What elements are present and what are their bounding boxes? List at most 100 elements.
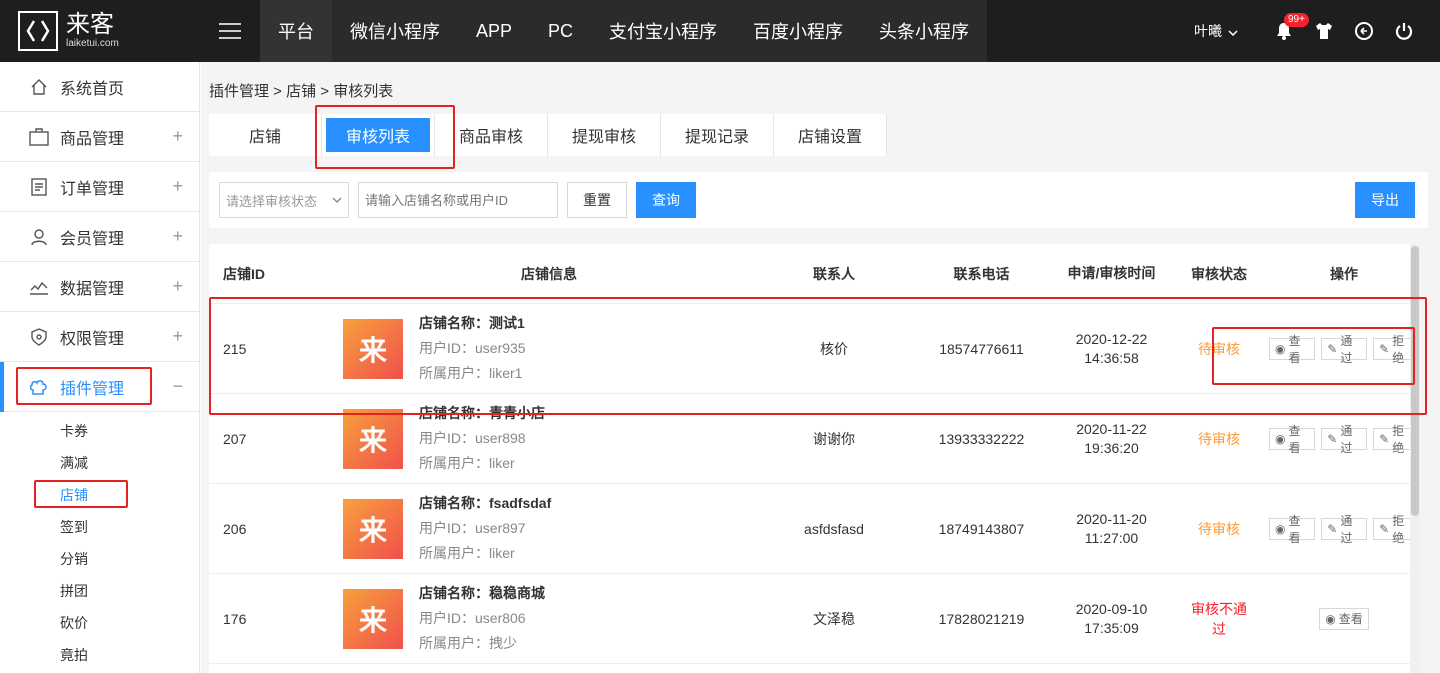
status-badge: 审核不通过 bbox=[1191, 600, 1247, 637]
tab-bar: 店铺 审核列表 商品审核 提现审核 提现记录 店铺设置 bbox=[209, 114, 887, 156]
view-button[interactable]: ◉ 查看 bbox=[1269, 334, 1316, 365]
edit-icon: ✎ bbox=[1327, 341, 1338, 356]
sidebar-item-goods[interactable]: 商品管理 + bbox=[0, 112, 199, 162]
sidebar-item-data[interactable]: 数据管理 + bbox=[0, 262, 199, 312]
store-avatar: 来 bbox=[343, 408, 403, 469]
col-header-phone: 联系电话 bbox=[953, 265, 1010, 282]
tab-goods-review[interactable]: 商品审核 bbox=[435, 114, 548, 156]
search-input[interactable] bbox=[358, 182, 558, 218]
store-id: 207 bbox=[223, 430, 247, 447]
sidebar-item-home[interactable]: 系统首页 bbox=[0, 62, 199, 112]
menu-toggle-icon[interactable] bbox=[200, 0, 260, 62]
sidebar-sub-discount[interactable]: 满减 bbox=[0, 447, 199, 479]
nav-pc[interactable]: PC bbox=[530, 0, 591, 62]
sidebar-sub-store[interactable]: 店铺 bbox=[0, 479, 199, 511]
apply-date: 2020-11-22 bbox=[1076, 420, 1147, 437]
apply-time: 19:36:20 bbox=[1084, 439, 1139, 456]
shirt-icon[interactable] bbox=[1304, 0, 1344, 62]
tab-review-list[interactable]: 审核列表 bbox=[322, 114, 435, 156]
logo[interactable]: 来客 laiketui.com bbox=[0, 0, 200, 62]
query-button[interactable]: 查询 bbox=[636, 182, 696, 218]
edit-icon: ✎ bbox=[1327, 521, 1338, 536]
user-menu[interactable]: 叶曦 bbox=[1194, 21, 1238, 41]
status-select[interactable]: 请选择审核状态 bbox=[219, 182, 349, 218]
tab-withdraw-records[interactable]: 提现记录 bbox=[661, 114, 774, 156]
breadcrumb: 插件管理 > 店铺 > 审核列表 bbox=[209, 83, 394, 100]
eye-icon: ◉ bbox=[1275, 341, 1286, 356]
bell-icon[interactable]: 99+ bbox=[1264, 0, 1309, 62]
pass-button[interactable]: ✎ 通过 bbox=[1321, 514, 1368, 545]
store-avatar: 来 bbox=[343, 588, 403, 649]
sidebar-sub-coupon[interactable]: 卡券 bbox=[0, 415, 199, 447]
col-header-ops: 操作 bbox=[1330, 265, 1358, 282]
table-scrollbar[interactable] bbox=[1410, 244, 1420, 673]
shield-icon bbox=[28, 326, 50, 348]
view-button[interactable]: ◉ 查看 bbox=[1269, 424, 1316, 455]
expand-icon[interactable]: + bbox=[172, 276, 183, 297]
edit-icon: ✎ bbox=[1379, 431, 1390, 446]
nav-wechat[interactable]: 微信小程序 bbox=[332, 0, 458, 62]
expand-icon[interactable]: + bbox=[172, 326, 183, 347]
status-badge: 待审核 bbox=[1198, 430, 1240, 447]
eye-icon: ◉ bbox=[1325, 611, 1336, 626]
scrollbar-thumb[interactable] bbox=[1411, 246, 1419, 516]
main-content: 插件管理 > 店铺 > 审核列表 店铺 审核列表 商品审核 提现审核 提现记录 … bbox=[201, 62, 1440, 673]
apply-time: 14:36:58 bbox=[1084, 349, 1139, 366]
member-icon bbox=[28, 226, 50, 248]
reset-button[interactable]: 重置 bbox=[567, 182, 627, 218]
top-bar: 来客 laiketui.com 平台 微信小程序 APP PC 支付宝小程序 百… bbox=[0, 0, 1440, 62]
expand-icon[interactable]: + bbox=[172, 126, 183, 147]
home-icon bbox=[28, 76, 50, 98]
sidebar-item-orders[interactable]: 订单管理 + bbox=[0, 162, 199, 212]
store-name: 店铺名称：测试1 bbox=[419, 315, 525, 331]
sidebar-sub-auction[interactable]: 竟拍 bbox=[0, 639, 199, 671]
sidebar-item-members[interactable]: 会员管理 + bbox=[0, 212, 199, 262]
apply-time: 11:27:00 bbox=[1084, 529, 1139, 546]
sidebar-item-label: 订单管理 bbox=[60, 180, 125, 198]
sidebar-sub-distribution[interactable]: 分销 bbox=[0, 543, 199, 575]
col-header-contact: 联系人 bbox=[813, 265, 855, 282]
table-row: 215 来 店铺名称：测试1 用户ID：user935 所属用户：liker1 … bbox=[209, 304, 1420, 394]
store-owner: 所属用户：拽少 bbox=[419, 635, 517, 651]
sidebar: 系统首页 商品管理 + 订单管理 + 会员管理 + 数据管理 + 权限管理 + … bbox=[0, 62, 200, 673]
store-id: 215 bbox=[223, 340, 247, 357]
edit-icon: ✎ bbox=[1379, 341, 1390, 356]
view-button[interactable]: ◉ 查看 bbox=[1269, 514, 1316, 545]
tab-store[interactable]: 店铺 bbox=[209, 114, 322, 156]
export-button[interactable]: 导出 bbox=[1355, 182, 1415, 218]
store-owner: 所属用户：liker bbox=[419, 545, 515, 561]
contact-name: 谢谢你 bbox=[813, 430, 855, 447]
sidebar-item-plugins[interactable]: 插件管理 − bbox=[0, 362, 199, 412]
view-button[interactable]: ◉ 查看 bbox=[1319, 607, 1369, 630]
back-circle-icon[interactable] bbox=[1344, 0, 1384, 62]
col-header-status: 审核状态 bbox=[1191, 265, 1247, 282]
col-header-id: 店铺ID bbox=[223, 265, 265, 282]
order-icon bbox=[28, 176, 50, 198]
edit-icon: ✎ bbox=[1379, 521, 1390, 536]
store-avatar: 来 bbox=[343, 318, 403, 379]
apply-time: 17:35:09 bbox=[1084, 619, 1139, 636]
sidebar-sub-checkin[interactable]: 签到 bbox=[0, 511, 199, 543]
nav-platform[interactable]: 平台 bbox=[260, 0, 332, 62]
contact-name: 文泽稳 bbox=[813, 610, 855, 627]
nav-baidu[interactable]: 百度小程序 bbox=[735, 0, 861, 62]
expand-icon[interactable]: + bbox=[172, 226, 183, 247]
eye-icon: ◉ bbox=[1275, 521, 1286, 536]
power-icon[interactable] bbox=[1384, 0, 1424, 62]
tab-store-settings[interactable]: 店铺设置 bbox=[774, 114, 887, 156]
nav-alipay[interactable]: 支付宝小程序 bbox=[591, 0, 735, 62]
tab-withdraw-review[interactable]: 提现审核 bbox=[548, 114, 661, 156]
nav-toutiao[interactable]: 头条小程序 bbox=[861, 0, 987, 62]
store-owner: 所属用户：liker1 bbox=[419, 365, 523, 381]
pass-button[interactable]: ✎ 通过 bbox=[1321, 424, 1368, 455]
collapse-icon[interactable]: − bbox=[172, 376, 183, 397]
sidebar-sub-bargain[interactable]: 砍价 bbox=[0, 607, 199, 639]
sidebar-sub-groupbuy[interactable]: 拼团 bbox=[0, 575, 199, 607]
nav-app[interactable]: APP bbox=[458, 0, 530, 62]
sidebar-item-label: 系统首页 bbox=[60, 80, 125, 98]
chevron-down-icon bbox=[332, 193, 342, 210]
expand-icon[interactable]: + bbox=[172, 176, 183, 197]
table-row: 207 来 店铺名称：青青小店 用户ID：user898 所属用户：liker … bbox=[209, 394, 1420, 484]
sidebar-item-permissions[interactable]: 权限管理 + bbox=[0, 312, 199, 362]
pass-button[interactable]: ✎ 通过 bbox=[1321, 334, 1368, 365]
